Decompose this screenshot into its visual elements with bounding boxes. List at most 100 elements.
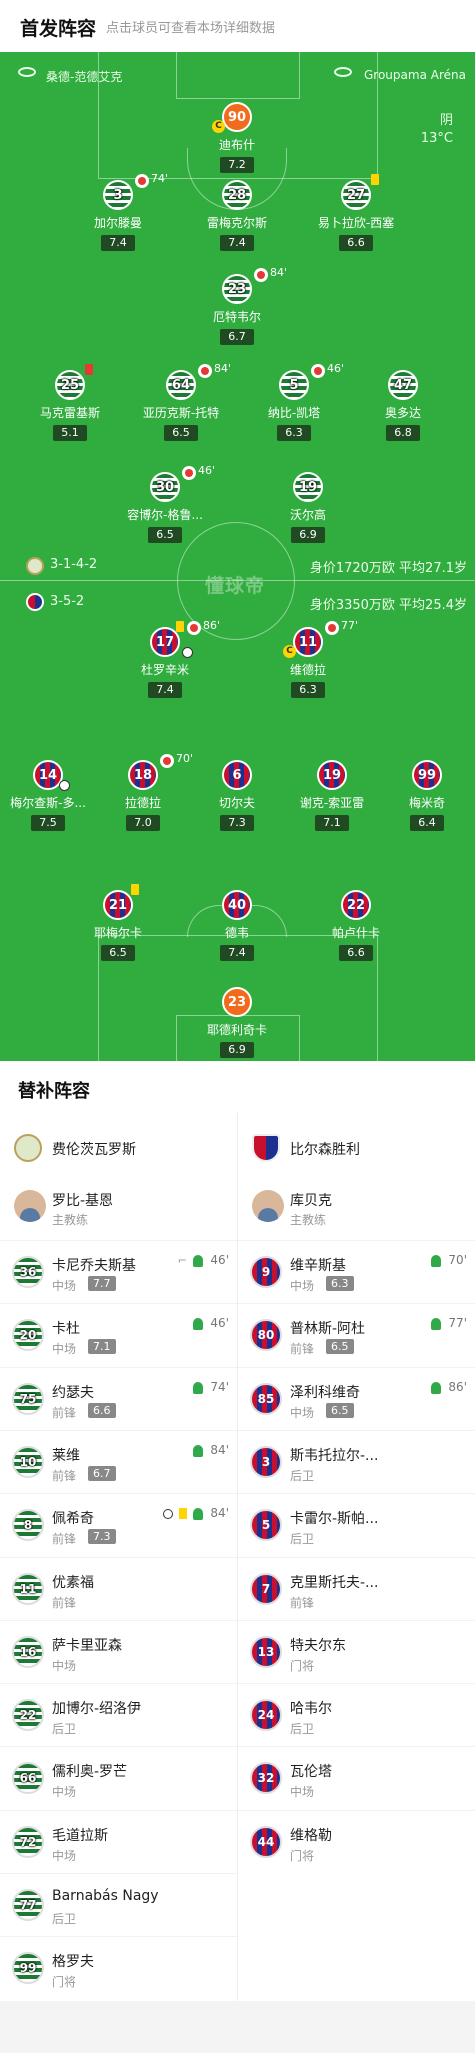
player-rating: 7.1 (315, 815, 349, 831)
away-team-row[interactable]: 比尔森胜利 (238, 1121, 475, 1173)
player-home-mid-1[interactable]: 25 马克雷基斯 5.1 (15, 364, 125, 441)
sub-player-row[interactable]: 7 克里斯托夫-... 前锋 (238, 1556, 475, 1620)
sub-on-time: 46' (210, 1316, 229, 1331)
sub-player-row[interactable]: 3 斯韦托拉尔-... 后卫 (238, 1429, 475, 1493)
goal-ball-icon (182, 647, 193, 658)
player-away-def-2[interactable]: 40 德韦 7.4 (182, 890, 292, 961)
top-goal-area (176, 52, 300, 99)
player-rating: 6.6 (339, 945, 373, 961)
home-coach-row[interactable]: 罗比-基恩 主教练 (0, 1178, 237, 1238)
home-team-value: 身价1720万欧 平均27.1岁 (309, 561, 467, 576)
sub-player-name: 维格勒 (290, 1827, 332, 1844)
jersey-number: 27 (346, 187, 366, 203)
sub-on-icon (193, 1255, 203, 1267)
player-name: 马克雷基斯 (39, 406, 100, 420)
jersey-number: 24 (257, 1708, 275, 1723)
weather: 阴 13°C (421, 112, 453, 148)
sub-player-rating: 7.3 (88, 1529, 116, 1545)
jersey-icon: 25 (55, 370, 85, 400)
sub-player-row[interactable]: 36 卡尼乔夫斯基 中场 7.7 46' ⌐ (0, 1240, 237, 1303)
sub-off-time: 74' (151, 172, 169, 185)
player-home-mid-4[interactable]: 47 奥多达 6.8 (348, 370, 458, 441)
player-home-fw-1[interactable]: 30 46' 容博尔-格鲁... 6.5 (110, 464, 220, 543)
player-away-fw-2[interactable]: 11 C 77' 维德拉 6.3 (253, 619, 363, 698)
sub-player-row[interactable]: 80 普林斯-阿杜 前锋 6.5 77' (238, 1303, 475, 1366)
player-away-mid-5[interactable]: 99 梅米奇 6.4 (372, 760, 475, 831)
player-name: 奥多达 (384, 406, 421, 420)
jersey-icon: 64 (166, 370, 196, 400)
captain-icon: C (212, 120, 225, 133)
sub-player-row[interactable]: 44 维格勒 门将 (238, 1809, 475, 1873)
player-home-fw-2[interactable]: 19 沃尔高 6.9 (253, 472, 363, 543)
sub-off-icon (311, 364, 325, 378)
jersey-number: 25 (60, 377, 80, 393)
player-rating: 6.5 (164, 425, 198, 441)
player-away-mid-4[interactable]: 19 谢克-索亚雷 7.1 (277, 760, 387, 831)
player-away-gk[interactable]: 23 耶德利奇卡 6.9 (182, 987, 292, 1058)
player-home-mid-2[interactable]: 64 84' 亚历克斯-托特 6.5 (126, 362, 236, 441)
away-team-badge-icon (26, 593, 44, 611)
sub-player-row[interactable]: 72 毛道拉斯 中场 (0, 1809, 237, 1873)
player-home-dm[interactable]: 23 84' 厄特韦尔 6.7 (182, 266, 292, 345)
player-home-def-1[interactable]: 3 74' 加尔滕曼 7.4 (63, 172, 173, 251)
home-team-row[interactable]: 费伦茨瓦罗斯 (0, 1121, 237, 1173)
sub-player-row[interactable]: 20 卡杜 中场 7.1 46' (0, 1303, 237, 1366)
sub-off-icon (198, 364, 212, 378)
sub-player-rating: 6.6 (88, 1402, 116, 1418)
watermark: 懂球帝 (205, 575, 266, 597)
player-name: 杜罗辛米 (140, 663, 189, 677)
player-name: 耶梅尔卡 (93, 926, 142, 940)
sub-on-time: 74' (210, 1379, 229, 1394)
away-venue-icon (334, 67, 352, 77)
player-rating: 6.5 (101, 945, 135, 961)
sub-player-row[interactable]: 99 格罗夫 门将 (0, 1936, 237, 1999)
player-name: 切尔夫 (218, 796, 255, 810)
jersey-number: 99 (19, 1961, 37, 1976)
yellow-card-icon (131, 884, 139, 895)
player-away-def-1[interactable]: 21 耶梅尔卡 6.5 (63, 884, 173, 961)
sub-player-row[interactable]: 11 优素福 前锋 (0, 1556, 237, 1620)
sub-player-row[interactable]: 77 Barnabás Nagy 后卫 (0, 1873, 237, 1936)
sub-player-row[interactable]: 22 加博尔-绍洛伊 后卫 (0, 1683, 237, 1746)
jersey-icon: 30 (150, 472, 180, 502)
sub-player-row[interactable]: 66 儒利奥-罗芒 中场 (0, 1746, 237, 1809)
jersey-number: 16 (19, 1644, 37, 1659)
sub-player-position: 后卫 (290, 1468, 315, 1483)
sub-player-row[interactable]: 5 卡雷尔-斯帕... 后卫 (238, 1493, 475, 1556)
sub-player-row[interactable]: 85 泽利科维奇 中场 6.5 86' (238, 1366, 475, 1430)
sub-off-icon (187, 621, 201, 635)
sub-player-name: 哈韦尔 (290, 1701, 332, 1718)
sub-on-icon (193, 1381, 203, 1394)
player-away-fw-1[interactable]: 17 86' 杜罗辛米 7.4 (110, 619, 220, 698)
player-rating: 6.6 (339, 235, 373, 251)
away-coach-row[interactable]: 库贝克 主教练 (238, 1178, 475, 1238)
sub-player-row[interactable]: 13 特夫尔东 门将 (238, 1619, 475, 1683)
sub-player-position: 前锋 (290, 1342, 315, 1357)
sub-player-rating: 7.1 (88, 1339, 116, 1355)
sub-on-time: 46' (210, 1253, 229, 1267)
player-home-gk[interactable]: 90 C 迪布什 7.2 (182, 102, 292, 173)
sub-player-row[interactable]: 24 哈韦尔 后卫 (238, 1683, 475, 1746)
sub-player-name: 卡尼乔夫斯基 (52, 1258, 136, 1274)
sub-player-row[interactable]: 10 莱维 前锋 6.7 84' (0, 1429, 237, 1493)
sub-off-time: 84' (270, 266, 288, 279)
jersey-number: 11 (19, 1581, 37, 1596)
sub-player-row[interactable]: 75 约瑟夫 前锋 6.6 74' (0, 1366, 237, 1430)
player-rating: 7.5 (31, 815, 65, 831)
jersey-number: 77 (19, 1898, 37, 1912)
player-name: 维德拉 (289, 663, 326, 677)
player-home-def-3[interactable]: 27 易卜拉欣-西塞 6.6 (301, 174, 411, 251)
player-rating: 6.3 (277, 425, 311, 441)
jersey-icon: 90 (222, 102, 252, 132)
sub-player-position: 门将 (290, 1658, 315, 1673)
player-home-mid-3[interactable]: 5 46' 纳比-凯塔 6.3 (239, 362, 349, 441)
sub-player-row[interactable]: 8 佩希奇 前锋 7.3 84' (0, 1493, 237, 1556)
weather-condition: 阴 (439, 113, 453, 128)
sub-player-name: 卡雷尔-斯帕... (290, 1511, 379, 1528)
player-home-def-2[interactable]: 28 雷梅克尔斯 7.4 (182, 180, 292, 251)
player-away-def-3[interactable]: 22 帕卢什卡 6.6 (301, 890, 411, 961)
sub-player-row[interactable]: 32 瓦伦塔 中场 (238, 1746, 475, 1809)
player-away-mid-3[interactable]: 6 切尔夫 7.3 (182, 760, 292, 831)
sub-player-row[interactable]: 16 萨卡里亚森 中场 (0, 1619, 237, 1683)
sub-player-row[interactable]: 9 维辛斯基 中场 6.3 70' (238, 1240, 475, 1303)
